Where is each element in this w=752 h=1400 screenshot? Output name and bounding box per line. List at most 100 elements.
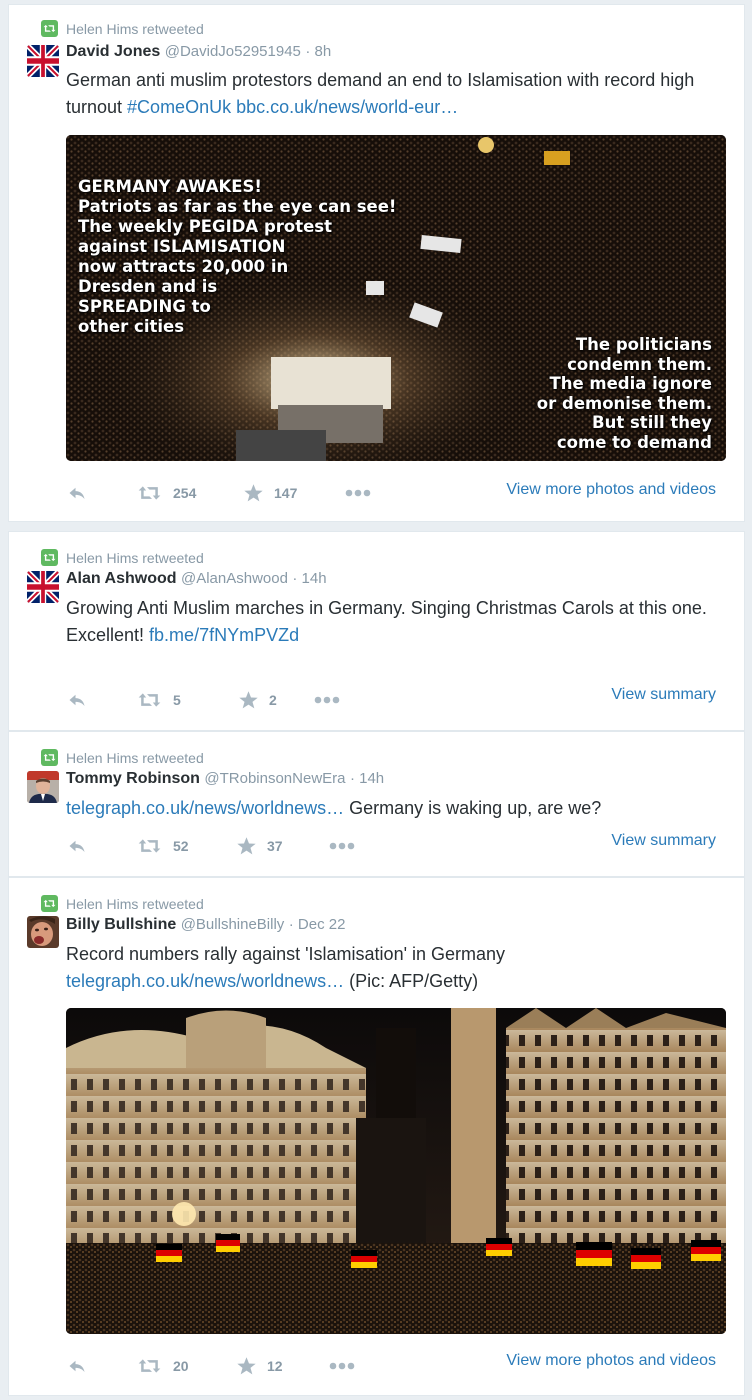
caption-line: GERMANY AWAKES! [78, 177, 262, 196]
view-more-link[interactable]: View more photos and videos [506, 1352, 716, 1370]
tweet-header: Tommy Robinson @TRobinsonNewEra · 14h [66, 770, 384, 788]
tweet-card[interactable]: Helen Hims retweeted Tommy Robinson @TRo… [8, 731, 745, 877]
tweet-card[interactable]: Helen Hims retweeted Alan Ashwood @AlanA… [8, 531, 745, 731]
favorite-button[interactable]: 12 [236, 1356, 329, 1376]
favorite-count: 2 [269, 692, 277, 708]
caption-line: or demonise them. [536, 393, 712, 413]
photo-caption-left: GERMANY AWAKES! Patriots as far as the e… [78, 177, 396, 337]
more-dots-icon [314, 695, 340, 705]
retweeted-by-label[interactable]: Helen Hims retweeted [66, 550, 204, 566]
author-name[interactable]: Billy Bullshine [66, 916, 176, 933]
avatar[interactable] [27, 916, 59, 948]
retweet-icon [136, 836, 163, 856]
view-summary-link[interactable]: View summary [611, 686, 716, 704]
retweet-count: 52 [173, 838, 189, 854]
retweet-button[interactable]: 254 [136, 483, 243, 503]
retweeted-by-label[interactable]: Helen Hims retweeted [66, 21, 204, 37]
tweet-body: Record numbers rally against 'Islamisati… [66, 944, 506, 964]
favorite-button[interactable]: 37 [236, 836, 329, 856]
tweet-header: David Jones @DavidJo52951945 · 8h [66, 43, 331, 61]
url-link[interactable]: fb.me/7fNYmPVZd [149, 625, 299, 645]
url-link[interactable]: telegraph.co.uk/news/worldnews… [66, 798, 344, 818]
tweet-time[interactable]: · 14h [350, 770, 384, 787]
reply-button[interactable] [66, 691, 136, 709]
retweet-count: 20 [173, 1358, 189, 1374]
url-link[interactable]: telegraph.co.uk/news/worldnews… [66, 971, 344, 991]
tweet-body: Germany is waking up, are we? [344, 798, 602, 818]
retweet-button[interactable]: 52 [136, 836, 236, 856]
author-handle[interactable]: @TRobinsonNewEra [204, 770, 345, 787]
favorite-count: 37 [267, 838, 283, 854]
author-handle[interactable]: @DavidJo52951945 [165, 43, 301, 60]
reply-button[interactable] [66, 484, 136, 502]
more-dots-icon [329, 1361, 355, 1371]
url-link[interactable]: bbc.co.uk/news/world-eur… [236, 97, 458, 117]
caption-line: The politicians [575, 335, 712, 354]
tweet-text: German anti muslim protestors demand an … [66, 67, 736, 121]
view-more-link[interactable]: View more photos and videos [506, 481, 716, 499]
avatar[interactable] [27, 45, 59, 77]
retweet-icon [136, 483, 163, 503]
avatar[interactable] [27, 771, 59, 803]
more-button[interactable] [314, 695, 340, 705]
author-handle[interactable]: @AlanAshwood [181, 570, 288, 587]
tweet-text: Record numbers rally against 'Islamisati… [66, 941, 736, 995]
reply-button[interactable] [66, 837, 136, 855]
tweet-body: Excellent! [66, 625, 150, 645]
photo-credit: (Pic: AFP/Getty) [344, 971, 479, 991]
retweeted-by-label[interactable]: Helen Hims retweeted [66, 750, 204, 766]
caption-line: against ISLAMISATION [78, 237, 286, 256]
favorite-button[interactable]: 2 [238, 690, 314, 710]
view-summary-link[interactable]: View summary [611, 832, 716, 850]
tweet-actions: 20 12 View more photos and videos [66, 1352, 736, 1378]
tweet-header: Alan Ashwood @AlanAshwood · 14h [66, 570, 327, 588]
retweet-button[interactable]: 20 [136, 1356, 236, 1376]
retweet-context: Helen Hims retweeted [41, 749, 204, 766]
tweet-card[interactable]: Helen Hims retweeted David Jones @DavidJ… [8, 4, 745, 522]
tweet-header: Billy Bullshine @BullshineBilly · Dec 22 [66, 916, 345, 934]
tweet-actions: 254 147 View more photos and videos [66, 481, 736, 505]
tweet-text: Growing Anti Muslim marches in Germany. … [66, 595, 736, 649]
tweet-time[interactable]: · Dec 22 [289, 916, 346, 933]
retweeted-by-label[interactable]: Helen Hims retweeted [66, 896, 204, 912]
tweet-body: Growing Anti Muslim marches in Germany. … [66, 598, 707, 618]
more-button[interactable] [345, 488, 371, 498]
reply-icon [66, 1357, 88, 1375]
tweet-text: telegraph.co.uk/news/worldnews… Germany … [66, 795, 736, 822]
tweet-time[interactable]: · 14h [292, 570, 326, 587]
caption-line: The weekly PEGIDA protest [78, 217, 333, 236]
retweet-icon [136, 690, 163, 710]
reply-icon [66, 837, 88, 855]
retweet-button[interactable]: 5 [136, 690, 238, 710]
author-name[interactable]: David Jones [66, 43, 160, 60]
retweet-icon [41, 895, 58, 912]
author-name[interactable]: Alan Ashwood [66, 570, 177, 587]
tweet-actions: 5 2 View summary [66, 686, 736, 712]
hashtag-link[interactable]: #ComeOnUk [127, 97, 231, 117]
star-icon [236, 1356, 257, 1376]
author-handle[interactable]: @BullshineBilly [181, 916, 285, 933]
favorite-count: 12 [267, 1358, 283, 1374]
tweet-photo[interactable]: GERMANY AWAKES! Patriots as far as the e… [66, 135, 726, 461]
caption-line: The media ignore [549, 374, 712, 394]
retweet-icon [41, 20, 58, 37]
tweet-time[interactable]: · 8h [305, 43, 331, 60]
caption-line: SPREADING to [78, 297, 211, 316]
caption-line: other cities [78, 317, 185, 336]
tweet-actions: 52 37 View summary [66, 832, 736, 858]
reply-button[interactable] [66, 1357, 136, 1375]
tweet-photo[interactable] [66, 1008, 726, 1334]
retweet-icon [41, 549, 58, 566]
avatar[interactable] [27, 571, 59, 603]
author-name[interactable]: Tommy Robinson [66, 770, 200, 787]
favorite-count: 147 [274, 485, 298, 501]
more-dots-icon [345, 488, 371, 498]
retweet-context: Helen Hims retweeted [41, 895, 204, 912]
caption-line: But still they [592, 413, 712, 433]
star-icon [238, 690, 259, 710]
caption-line: now attracts 20,000 in [78, 257, 289, 276]
more-button[interactable] [329, 841, 355, 851]
more-button[interactable] [329, 1361, 355, 1371]
favorite-button[interactable]: 147 [243, 483, 345, 503]
tweet-card[interactable]: Helen Hims retweeted Billy Bullshine @Bu… [8, 877, 745, 1396]
